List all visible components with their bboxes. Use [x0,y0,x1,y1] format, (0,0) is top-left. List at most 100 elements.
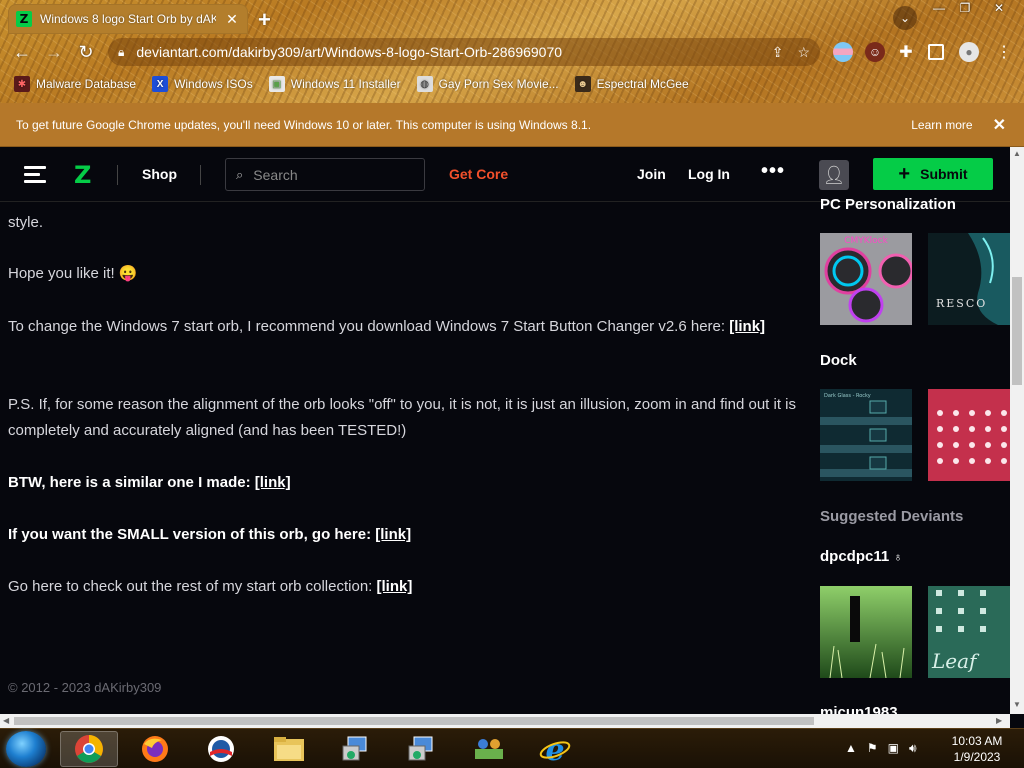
deviant-name[interactable]: dpcdpc11 [820,548,889,565]
share-icon[interactable]: ⇪ [772,44,784,61]
search-input[interactable] [253,166,404,183]
installer-icon [342,736,367,761]
lock-icon[interactable]: 🔒︎ [118,45,124,60]
horizontal-scrollbar[interactable]: ◀ ▶ [0,714,1010,728]
resco-thumbnail[interactable]: RESCO [928,233,1010,325]
start-orb-icon[interactable] [6,731,46,767]
extensions-puzzle-icon[interactable]: ✚ [896,42,916,62]
malware-icon: ✱ [14,76,30,92]
close-window-button[interactable]: ✕ [984,0,1014,18]
deviant-thumbnail-1[interactable] [820,586,912,678]
paragraph-text: If you want the SMALL version of this or… [8,526,376,543]
extension-flag-icon[interactable] [833,42,853,62]
deviantart-logo-icon[interactable]: Z [74,161,94,189]
horizontal-scroll-thumb[interactable] [14,717,814,725]
system-tray: ▲ ⚑ ▣ 🔊︎ [845,741,917,756]
small-version-link[interactable]: [link] [375,526,411,543]
paragraph: Go here to check out the rest of my star… [8,574,798,600]
bookmark-star-icon[interactable]: ☆ [797,44,810,61]
account-icon[interactable]: ● [959,42,979,62]
browser-tab[interactable]: Z Windows 8 logo Start Orb by dAKirby309… [8,4,248,34]
volume-icon[interactable]: 🔊︎ [909,741,917,756]
bookmark-label: Gay Porn Sex Movie... [438,77,559,91]
vertical-scrollbar[interactable]: ▲ ▼ [1010,147,1024,714]
shop-link[interactable]: Shop [142,166,177,182]
installer-taskbar-icon-1[interactable] [326,731,384,767]
vertical-scroll-thumb[interactable] [1012,277,1022,385]
suggested-deviants-heading: Suggested Deviants [820,508,964,525]
scroll-up-arrow-icon[interactable]: ▲ [1013,149,1021,158]
side-panel-icon[interactable] [928,44,944,60]
dock-thumbnail-1[interactable]: Dark Glass - Rocky [820,389,912,481]
bookmark-label: Espectral McGee [596,77,689,91]
network-users-taskbar-icon[interactable] [460,731,518,767]
clock-date: 1/9/2023 [953,750,1001,764]
restore-button[interactable]: ❐ [950,0,980,18]
deviant-thumbnail-2[interactable]: Leaf [928,586,1010,678]
cmyklock-thumbnail[interactable]: CMYKlock [820,233,912,325]
bookmark-windows-isos[interactable]: X Windows ISOs [152,76,253,92]
dock-thumbnail-2[interactable] [928,389,1010,481]
deviant-micun1983[interactable]: micun1983 [820,704,898,714]
grass-image [820,586,912,678]
login-link[interactable]: Log In [688,166,730,182]
chrome-taskbar-icon[interactable] [60,731,118,767]
bookmark-malware-database[interactable]: ✱ Malware Database [14,76,136,92]
resco-image: RESCO [928,233,1010,325]
search-field[interactable]: ⌕ [225,158,425,191]
similar-orb-link[interactable]: [link] [255,474,291,491]
scroll-right-arrow-icon[interactable]: ▶ [996,716,1002,725]
deviant-dpcdpc11[interactable]: dpcdpc11 ♁ [820,548,902,565]
infobar-close-icon[interactable]: ✕ [993,115,1006,135]
internet-explorer-icon: e [539,734,571,764]
dock-heading[interactable]: Dock [820,352,857,369]
more-options-icon[interactable]: ••• [761,160,785,183]
bookmark-globe[interactable]: ◍ Gay Porn Sex Movie... [416,76,559,92]
scroll-left-arrow-icon[interactable]: ◀ [3,716,9,725]
address-bar[interactable]: 🔒︎ deviantart.com/dakirby309/art/Windows… [108,38,820,66]
firefox-icon [142,736,168,762]
orb-collection-link[interactable]: [link] [377,578,413,595]
obama-logo-taskbar-icon[interactable] [192,731,250,767]
firefox-taskbar-icon[interactable] [126,731,184,767]
get-core-link[interactable]: Get Core [449,166,508,182]
join-link[interactable]: Join [637,166,666,182]
cmyklock-image: CMYKlock [820,233,912,325]
tab-close-icon[interactable]: ✕ [224,11,240,28]
internet-explorer-taskbar-icon[interactable]: e [526,731,584,767]
dock-image-2 [928,389,1010,481]
profile-avatar-icon[interactable]: ☺ [865,42,885,62]
start-button-changer-link[interactable]: [link] [729,318,765,335]
network-icon[interactable]: ▣ [888,741,899,756]
show-hidden-icons-icon[interactable]: ▲ [845,741,857,756]
submit-button[interactable]: + Submit [873,158,993,190]
menu-hamburger-icon[interactable] [24,166,46,184]
tab-search-icon[interactable]: ⌄ [893,6,917,30]
tab-title: Windows 8 logo Start Orb by dAKirby309 o… [40,12,216,26]
back-arrow-icon[interactable]: ← [10,40,34,64]
chrome-icon [75,735,103,763]
bookmark-windows-11-installer[interactable]: ▣ Windows 11 Installer [268,76,401,92]
bookmark-espectral-mcgee[interactable]: ☻ Espectral McGee [574,76,689,92]
pc-personalization-heading[interactable]: PC Personalization [820,196,956,213]
paragraph-text: To change the Windows 7 start orb, I rec… [8,318,730,335]
taskbar-clock[interactable]: 10:03 AM 1/9/2023 [944,733,1010,765]
user-avatar-icon[interactable]: 👤︎ [819,160,849,190]
dock-thumb-label: Dark Glass - Rocky [824,393,871,399]
new-tab-button[interactable]: + [258,7,271,33]
installer-taskbar-icon-2[interactable] [392,731,450,767]
action-center-flag-icon[interactable]: ⚑ [867,741,878,756]
users-network-icon [475,739,503,759]
learn-more-link[interactable]: Learn more [911,118,972,132]
file-explorer-taskbar-icon[interactable] [260,731,318,767]
deviantart-favicon-icon: Z [16,11,32,27]
reload-icon[interactable]: ↻ [74,40,98,64]
bookmark-label: Malware Database [36,77,137,91]
scroll-down-arrow-icon[interactable]: ▼ [1013,700,1021,709]
campaign-logo-icon [208,736,234,762]
paragraph-text: Go here to check out the rest of my star… [8,578,377,595]
url-text[interactable]: deviantart.com/dakirby309/art/Windows-8-… [136,44,757,60]
forward-arrow-icon[interactable]: → [42,40,66,64]
chrome-menu-icon[interactable]: ⋮ [994,42,1014,62]
infobar-message: To get future Google Chrome updates, you… [16,117,592,132]
